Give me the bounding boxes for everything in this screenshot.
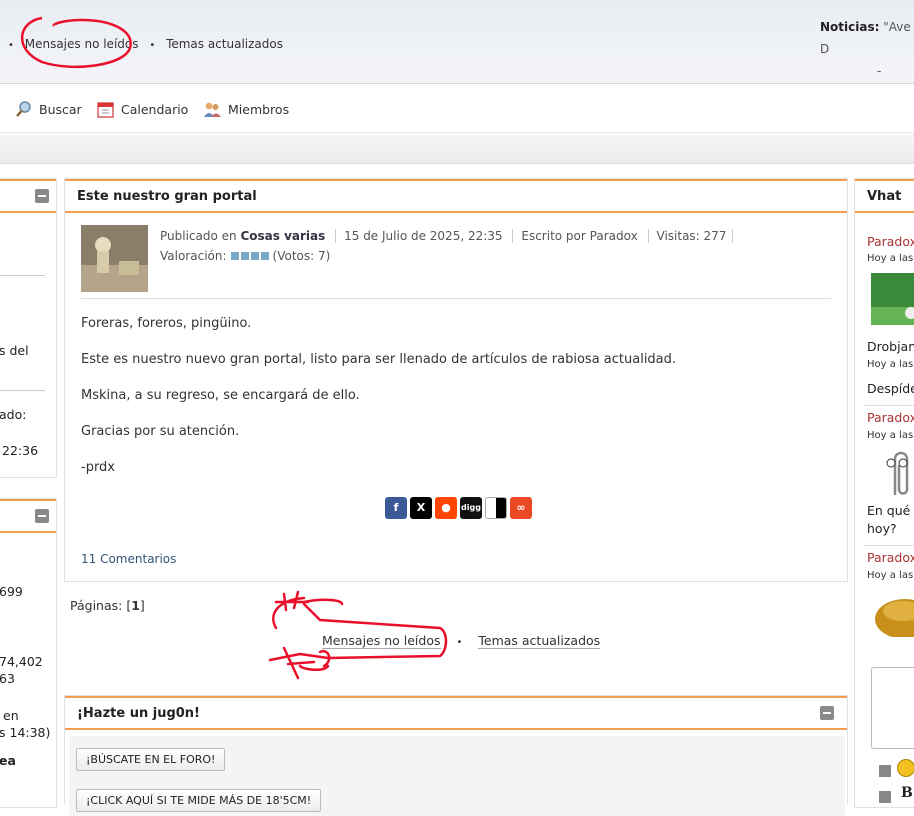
chat-message: Despíde <box>867 381 914 396</box>
updated-topics-link-bottom[interactable]: Temas actualizados <box>478 633 601 649</box>
article-meta: Publicado en Cosas varias 15 de Julio de… <box>160 229 734 243</box>
chat-timestamp: Hoy a las <box>867 570 914 581</box>
bottom-links: Mensajes no leídos • Temas actualizados <box>322 633 601 649</box>
collapse-icon[interactable] <box>820 706 834 720</box>
nav-search[interactable]: Buscar <box>15 101 82 118</box>
article-paragraph: Foreras, foreros, pingüino. <box>81 316 252 331</box>
divider <box>863 405 914 406</box>
chat-username[interactable]: Drobjan <box>867 339 914 354</box>
divider <box>81 298 831 299</box>
nav-members[interactable]: Miembros <box>203 101 289 118</box>
expand-icon[interactable] <box>879 791 891 803</box>
chat-image <box>871 273 914 325</box>
divider <box>0 390 45 391</box>
bold-icon[interactable]: B <box>901 785 913 801</box>
rating-label: Valoración: <box>160 249 227 263</box>
chat-timestamp: Hoy a las <box>867 359 914 370</box>
article-body: Foreras, foreros, pingüino. Este es nues… <box>81 316 831 496</box>
left-stat-2: 74,402 <box>0 654 43 669</box>
votes-count: (Votos: 7) <box>272 249 331 263</box>
author-avatar[interactable] <box>81 225 148 292</box>
chat-timestamp: Hoy a las <box>867 430 914 441</box>
magnifier-icon <box>16 101 31 117</box>
stumbleupon-icon[interactable]: ∞ <box>510 497 532 519</box>
members-icon <box>204 102 221 117</box>
left-panel-1: s del ado: 22:36 <box>0 178 57 478</box>
category-link[interactable]: Cosas varias <box>240 229 325 243</box>
click-here-button[interactable]: ¡CLICK AQUÍ SI TE MIDE MÁS DE 18'5CM! <box>76 789 322 812</box>
top-header: • Mensajes no leídos • Temas actualizado… <box>0 0 914 100</box>
left-stat-1: 699 <box>0 584 23 599</box>
news-label: Noticias: <box>820 20 880 34</box>
chat-username[interactable]: Paradox <box>867 234 914 249</box>
unread-posts-link[interactable]: Mensajes no leídos <box>25 37 139 51</box>
left-panel-2: 699 74,402 63 en s 14:38) ea <box>0 498 57 808</box>
current-page[interactable]: 1 <box>131 598 140 613</box>
visits-count: Visitas: 277 <box>647 229 734 243</box>
pages-label: Páginas: <box>70 598 123 613</box>
article-paragraph: Mskina, a su regreso, se encargará de el… <box>81 388 360 403</box>
updated-topics-link[interactable]: Temas actualizados <box>166 37 283 51</box>
chat-timestamp: Hoy a las <box>867 253 914 264</box>
chat-input[interactable] <box>871 667 914 749</box>
find-yourself-button[interactable]: ¡BÚSCATE EN EL FORO! <box>76 748 226 771</box>
nav-members-label: Miembros <box>228 102 290 117</box>
article-panel: Este nuestro gran portal Publicado en Co… <box>64 178 848 582</box>
article-title: Este nuestro gran portal <box>65 179 847 213</box>
article-paragraph: -prdx <box>81 460 116 475</box>
author-link[interactable]: Escrito por Paradox <box>512 229 638 243</box>
delicious-icon[interactable] <box>485 497 507 519</box>
bullet: • <box>8 40 14 51</box>
digg-icon[interactable]: digg <box>460 497 482 519</box>
article-paragraph: Gracias por su atención. <box>81 424 240 439</box>
nav-calendar-label: Calendario <box>121 102 189 117</box>
chat-username[interactable]: Paradox <box>867 550 914 565</box>
bullet: • <box>149 40 156 51</box>
published-label: Publicado en <box>160 229 237 243</box>
chat-message: hoy? <box>867 521 897 536</box>
left-text-1: s del <box>0 343 29 358</box>
divider <box>863 545 914 546</box>
rating-row: Valoración: (Votos: 7) <box>160 249 330 263</box>
left-stat-3: 63 <box>0 671 15 686</box>
left-text-5: s 14:38) <box>0 725 51 740</box>
chat-title: Vhat <box>855 179 914 213</box>
expand-icon[interactable] <box>879 765 891 777</box>
pagination: Páginas: [1] <box>70 598 145 613</box>
chat-username[interactable]: Paradox <box>867 410 914 425</box>
share-bar: f X ● digg ∞ <box>385 497 532 519</box>
sub-nav <box>0 134 914 164</box>
chat-panel: Vhat Paradox Hoy a las Drobjan Hoy a las… <box>854 178 914 808</box>
top-links: • Mensajes no leídos • Temas actualizado… <box>8 37 290 51</box>
comments-link[interactable]: 11 Comentarios <box>81 552 176 566</box>
collapse-icon[interactable] <box>35 189 49 203</box>
smiley-icon[interactable] <box>897 759 914 777</box>
jugon-panel: ¡Hazte un jug0n! ¡BÚSCATE EN EL FORO! ¡C… <box>64 695 848 816</box>
unread-posts-link-bottom[interactable]: Mensajes no leídos <box>322 633 441 649</box>
article-date: 15 de Julio de 2025, 22:35 <box>335 229 503 243</box>
rating-stars <box>230 252 269 260</box>
facebook-icon[interactable]: f <box>385 497 407 519</box>
divider <box>0 275 45 276</box>
nav-search-label: Buscar <box>39 102 82 117</box>
article-paragraph: Este es nuestro nuevo gran portal, listo… <box>81 352 677 367</box>
bullet: • <box>456 637 463 648</box>
chat-message: En qué <box>867 503 911 518</box>
left-text-3: 22:36 <box>2 443 39 458</box>
main-nav: Buscar Calendario Miembros <box>0 85 914 133</box>
jugon-title: ¡Hazte un jug0n! <box>65 696 847 730</box>
x-icon[interactable]: X <box>410 497 432 519</box>
chat-image <box>875 599 914 637</box>
left-text-4: en <box>3 708 19 723</box>
calendar-icon <box>97 102 114 118</box>
reddit-icon[interactable]: ● <box>435 497 457 519</box>
collapse-icon[interactable] <box>35 509 49 523</box>
nav-calendar[interactable]: Calendario <box>97 101 188 118</box>
clippy-image <box>886 451 909 495</box>
left-text-6: ea <box>0 753 16 768</box>
left-text-2: ado: <box>0 407 27 422</box>
